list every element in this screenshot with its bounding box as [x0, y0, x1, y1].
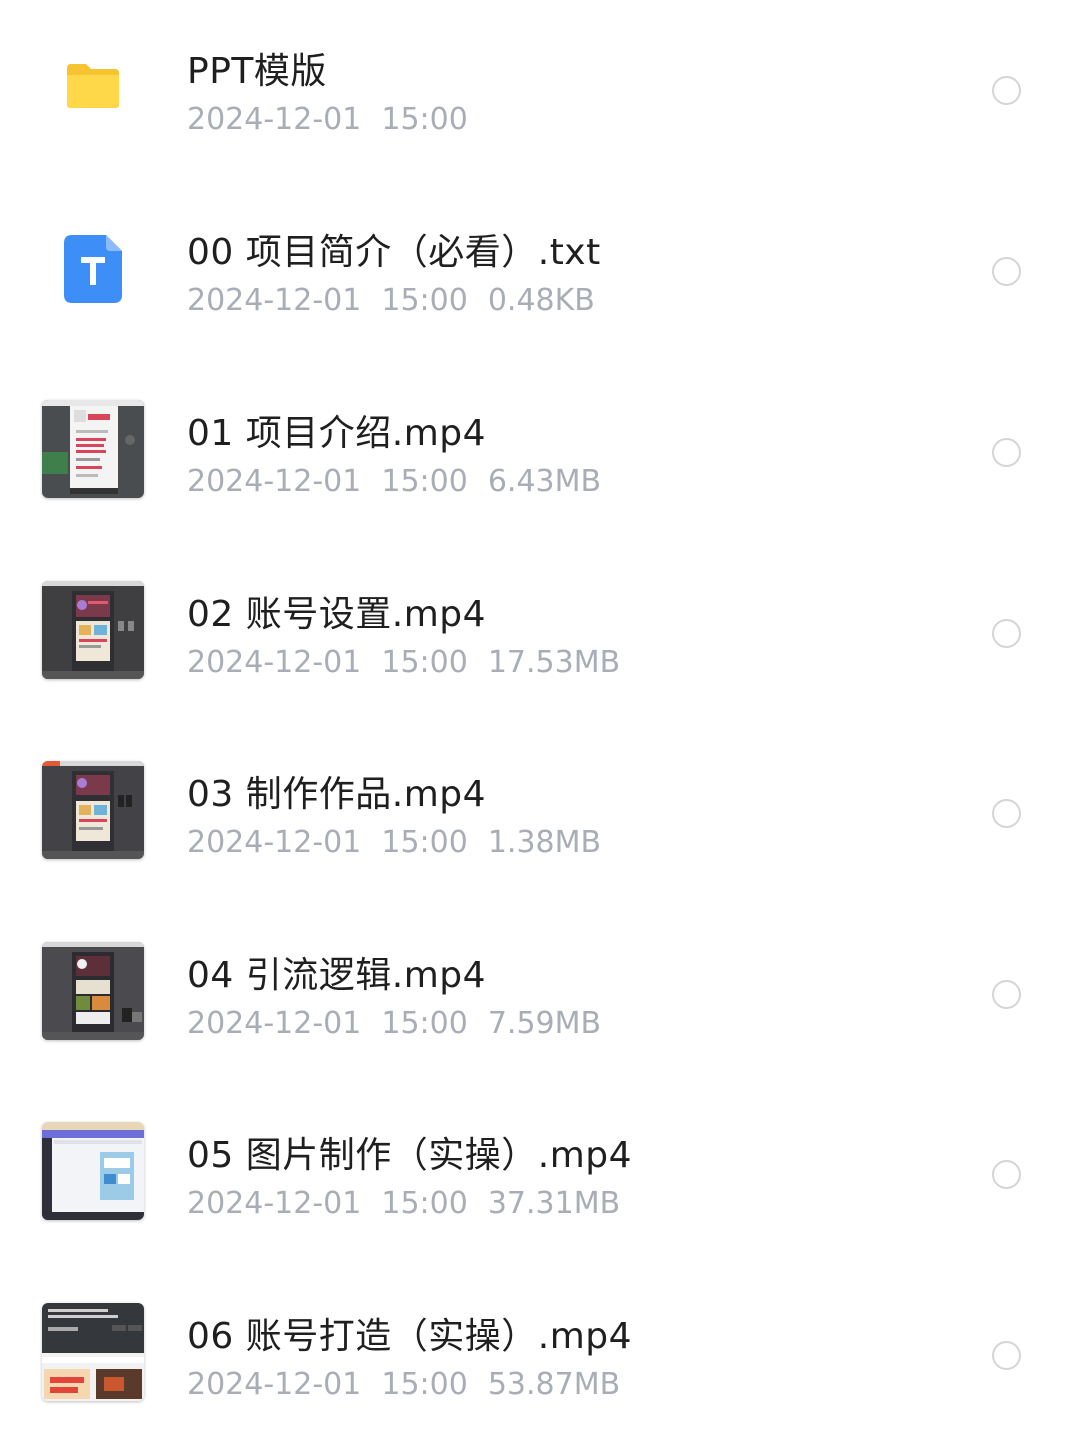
file-name: 02 账号设置.mp4 [187, 594, 487, 635]
folder-icon [42, 40, 144, 142]
file-meta: 2024-12-01 15:00 37.31MB [187, 1186, 640, 1221]
file-list: PPT模版 2024-12-01 15:00 00 项目简介（必看）.txt 20… [0, 0, 1080, 1450]
select-radio[interactable] [992, 257, 1021, 286]
file-time: 15:00 [381, 1367, 468, 1402]
video-thumbnail-icon [42, 942, 144, 1044]
file-date: 2024-12-01 [187, 1006, 362, 1041]
file-time: 15:00 [381, 1006, 468, 1041]
file-name: 05 图片制作（实操）.mp4 [187, 1135, 633, 1176]
file-time: 15:00 [381, 464, 468, 499]
file-date: 2024-12-01 [187, 825, 362, 860]
file-name: PPT模版 [187, 51, 327, 92]
file-size: 6.43MB [487, 464, 602, 499]
file-time: 15:00 [381, 1186, 468, 1221]
list-item[interactable]: 04 引流逻辑.mp4 2024-12-01 15:00 7.59MB [0, 904, 1080, 1084]
file-time: 15:00 [381, 825, 468, 860]
file-size: 53.87MB [487, 1367, 621, 1402]
select-radio[interactable] [992, 438, 1021, 467]
file-date: 2024-12-01 [187, 1367, 362, 1402]
file-meta: 2024-12-01 15:00 [187, 102, 488, 137]
select-radio[interactable] [992, 76, 1021, 105]
list-item[interactable]: PPT模版 2024-12-01 15:00 [0, 0, 1080, 180]
file-meta: 2024-12-01 15:00 7.59MB [187, 1006, 621, 1041]
file-meta: 2024-12-01 15:00 0.48KB [187, 283, 615, 318]
file-size: 1.38MB [487, 825, 602, 860]
file-time: 15:00 [381, 645, 468, 680]
file-date: 2024-12-01 [187, 283, 362, 318]
file-meta: 2024-12-01 15:00 53.87MB [187, 1367, 640, 1402]
video-thumbnail-icon [42, 1122, 144, 1224]
file-time: 15:00 [381, 102, 468, 137]
file-meta: 2024-12-01 15:00 6.43MB [187, 464, 621, 499]
file-name: 06 账号打造（实操）.mp4 [187, 1316, 633, 1357]
select-radio[interactable] [992, 799, 1021, 828]
list-item[interactable]: 03 制作作品.mp4 2024-12-01 15:00 1.38MB [0, 723, 1080, 903]
video-thumbnail-icon [42, 1303, 144, 1405]
file-meta: 2024-12-01 15:00 17.53MB [187, 645, 640, 680]
file-date: 2024-12-01 [187, 645, 362, 680]
video-thumbnail-icon [42, 400, 144, 502]
file-name: 04 引流逻辑.mp4 [187, 955, 487, 996]
list-item[interactable]: 06 账号打造（实操）.mp4 2024-12-01 15:00 53.87MB [0, 1265, 1080, 1445]
select-radio[interactable] [992, 619, 1021, 648]
video-thumbnail-icon [42, 581, 144, 683]
select-radio[interactable] [992, 1341, 1021, 1370]
file-date: 2024-12-01 [187, 102, 362, 137]
file-size: 37.31MB [487, 1186, 621, 1221]
file-size: 7.59MB [487, 1006, 602, 1041]
list-item[interactable]: 02 账号设置.mp4 2024-12-01 15:00 17.53MB [0, 543, 1080, 723]
list-item[interactable]: 00 项目简介（必看）.txt 2024-12-01 15:00 0.48KB [0, 181, 1080, 361]
list-item[interactable]: 05 图片制作（实操）.mp4 2024-12-01 15:00 37.31MB [0, 1084, 1080, 1264]
list-item[interactable]: 01 项目介绍.mp4 2024-12-01 15:00 6.43MB [0, 362, 1080, 542]
file-time: 15:00 [381, 283, 468, 318]
file-date: 2024-12-01 [187, 464, 362, 499]
file-size: 17.53MB [487, 645, 621, 680]
file-meta: 2024-12-01 15:00 1.38MB [187, 825, 621, 860]
file-date: 2024-12-01 [187, 1186, 362, 1221]
file-name: 00 项目简介（必看）.txt [187, 232, 601, 273]
file-size: 0.48KB [487, 283, 595, 318]
file-name: 01 项目介绍.mp4 [187, 413, 487, 454]
select-radio[interactable] [992, 980, 1021, 1009]
select-radio[interactable] [992, 1160, 1021, 1189]
video-thumbnail-icon [42, 761, 144, 863]
text-file-icon [42, 225, 144, 327]
file-name: 03 制作作品.mp4 [187, 774, 487, 815]
